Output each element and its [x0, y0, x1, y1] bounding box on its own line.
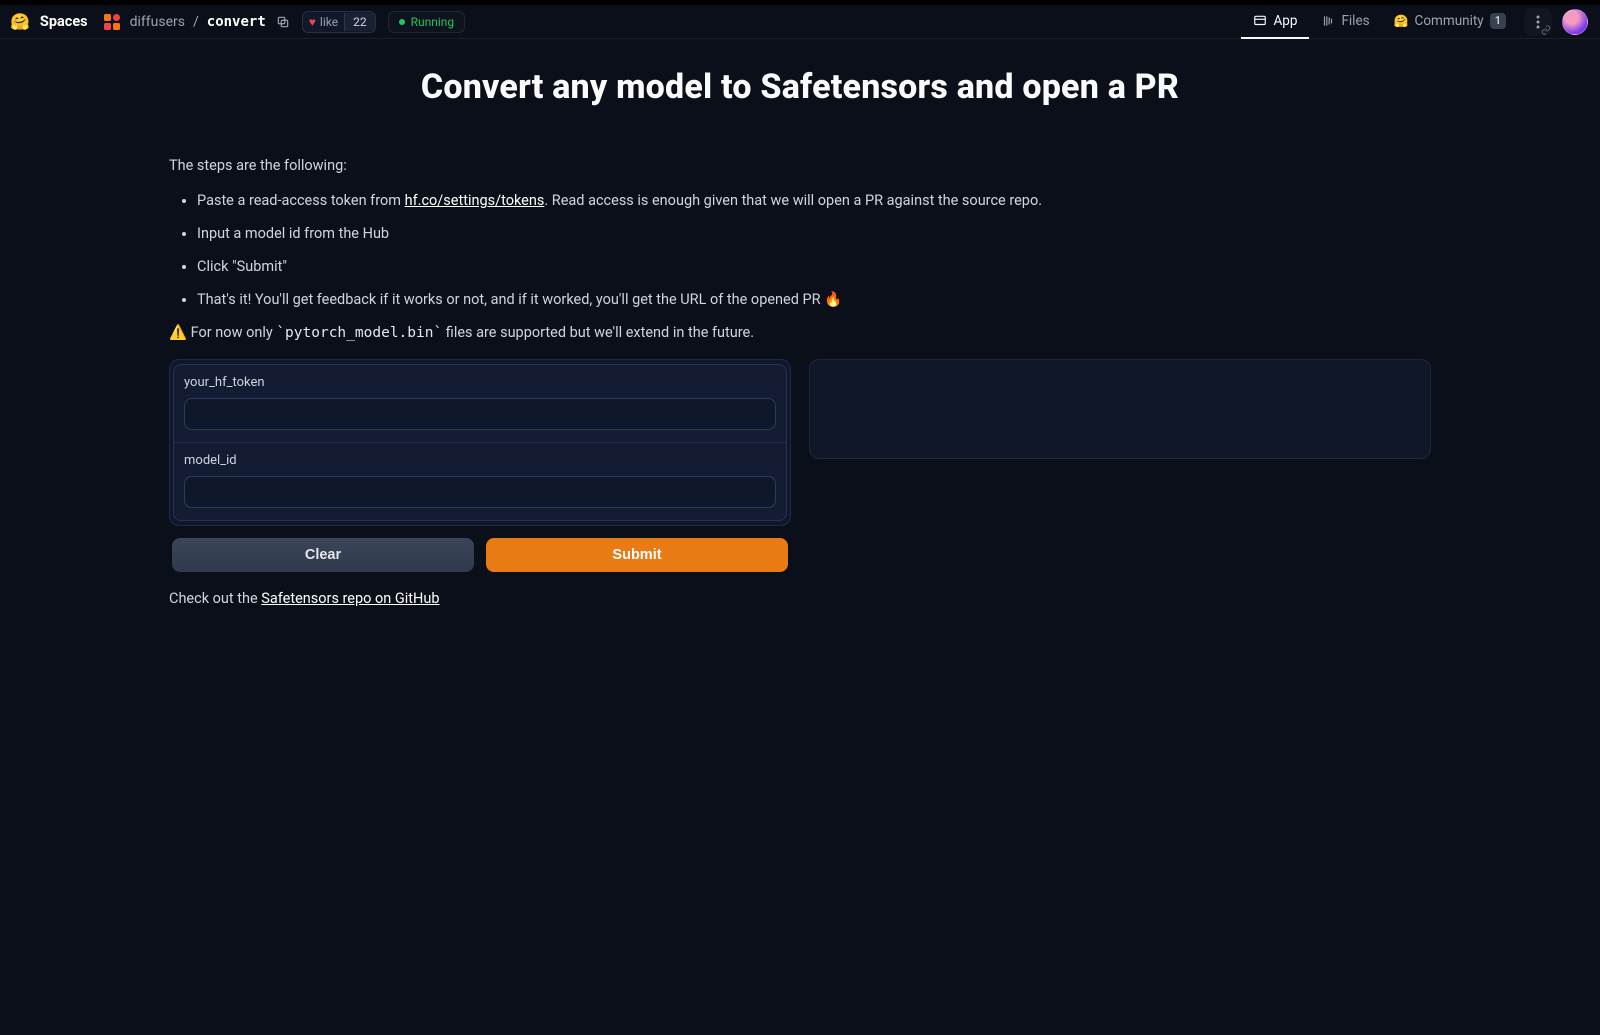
status-pill[interactable]: Running — [388, 11, 466, 33]
tab-community-label: Community — [1415, 13, 1484, 29]
breadcrumb-slash: / — [191, 14, 201, 30]
spaces-label[interactable]: Spaces — [40, 13, 88, 30]
safetensors-repo-link[interactable]: Safetensors repo on GitHub — [261, 590, 439, 607]
note-text: ⚠️ For now only `pytorch_model.bin` file… — [169, 324, 1431, 341]
note-a: ⚠️ For now only — [169, 324, 276, 341]
clear-button[interactable]: Clear — [172, 538, 474, 572]
model-input[interactable] — [184, 476, 776, 508]
step1-text-b: . Read access is enough given that we wi… — [544, 192, 1042, 209]
hf-logo-icon[interactable]: 🤗 — [10, 14, 30, 30]
footer-note: Check out the Safetensors repo on GitHub — [169, 590, 1431, 607]
steps-list: Paste a read-access token from hf.co/set… — [169, 192, 1431, 308]
note-code: `pytorch_model.bin` — [276, 325, 442, 341]
footer-a: Check out the — [169, 590, 261, 607]
tab-files[interactable]: Files — [1309, 5, 1381, 39]
model-label: model_id — [184, 453, 776, 468]
step1-text-a: Paste a read-access token from — [197, 192, 405, 209]
settings-tokens-link[interactable]: hf.co/settings/tokens — [405, 192, 545, 209]
output-panel — [809, 359, 1431, 459]
tab-community[interactable]: 🤗 Community 1 — [1382, 5, 1518, 39]
repo-name[interactable]: convert — [207, 14, 266, 30]
tab-files-label: Files — [1341, 13, 1369, 29]
like-text: like — [320, 15, 344, 29]
form-panel: your_hf_token model_id — [169, 359, 791, 526]
token-input[interactable] — [184, 398, 776, 430]
tab-app-label: App — [1273, 13, 1297, 29]
token-label: your_hf_token — [184, 375, 776, 390]
submit-button[interactable]: Submit — [486, 538, 788, 572]
status-dot-icon — [399, 19, 405, 25]
status-text: Running — [411, 15, 455, 29]
step-1: Paste a read-access token from hf.co/set… — [197, 192, 1431, 209]
intro-text: The steps are the following: — [169, 157, 1431, 174]
copy-icon[interactable] — [276, 15, 290, 29]
heart-icon: ♥ — [303, 15, 320, 29]
user-avatar[interactable] — [1562, 9, 1588, 35]
step-4: That's it! You'll get feedback if it wor… — [197, 291, 1431, 308]
top-header: 🤗 Spaces diffusers / convert ♥ like 22 R… — [0, 5, 1600, 39]
step-3: Click "Submit" — [197, 258, 1431, 275]
repo-owner[interactable]: diffusers — [130, 14, 185, 30]
more-menu-button[interactable] — [1524, 8, 1552, 36]
like-count: 22 — [344, 13, 375, 31]
app-icon — [1253, 14, 1267, 28]
files-icon — [1321, 14, 1335, 28]
community-icon: 🤗 — [1394, 14, 1409, 28]
note-b: files are supported but we'll extend in … — [442, 324, 754, 341]
like-button[interactable]: ♥ like 22 — [302, 11, 376, 33]
page-title: Convert any model to Safetensors and ope… — [165, 67, 1435, 107]
model-field-group: model_id — [174, 442, 786, 520]
token-field-group: your_hf_token — [174, 365, 786, 442]
tab-app[interactable]: App — [1241, 5, 1309, 39]
repo-avatar-icon — [104, 14, 120, 30]
community-count-badge: 1 — [1490, 13, 1506, 29]
step-2: Input a model id from the Hub — [197, 225, 1431, 242]
